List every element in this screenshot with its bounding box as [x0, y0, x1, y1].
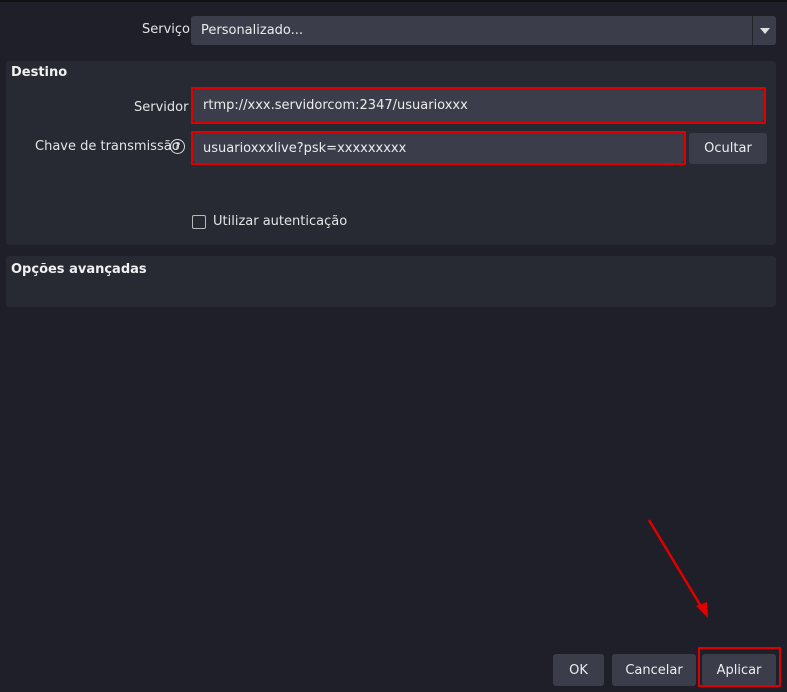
use-auth-checkbox[interactable]	[192, 215, 206, 229]
server-highlight	[191, 87, 766, 124]
use-auth-label: Utilizar autenticação	[213, 214, 348, 229]
arrow-annotation-icon	[647, 519, 708, 618]
ok-button[interactable]: OK	[553, 654, 604, 686]
service-label: Serviço	[142, 22, 191, 37]
destination-title: Destino	[11, 65, 68, 80]
stream-key-highlight	[191, 131, 686, 165]
advanced-title: Opções avançadas	[11, 262, 147, 277]
chevron-down-icon[interactable]	[752, 16, 776, 45]
hide-key-button[interactable]: Ocultar	[689, 133, 767, 164]
question-circle-icon[interactable]: ?	[170, 139, 185, 154]
server-label: Servidor	[134, 100, 189, 115]
apply-highlight	[698, 647, 781, 687]
cancel-button[interactable]: Cancelar	[612, 654, 696, 686]
window-top-edge	[0, 0, 787, 2]
service-value: Personalizado...	[201, 23, 304, 38]
stream-key-label: Chave de transmissão	[35, 139, 180, 154]
service-select[interactable]: Personalizado...	[191, 16, 776, 45]
